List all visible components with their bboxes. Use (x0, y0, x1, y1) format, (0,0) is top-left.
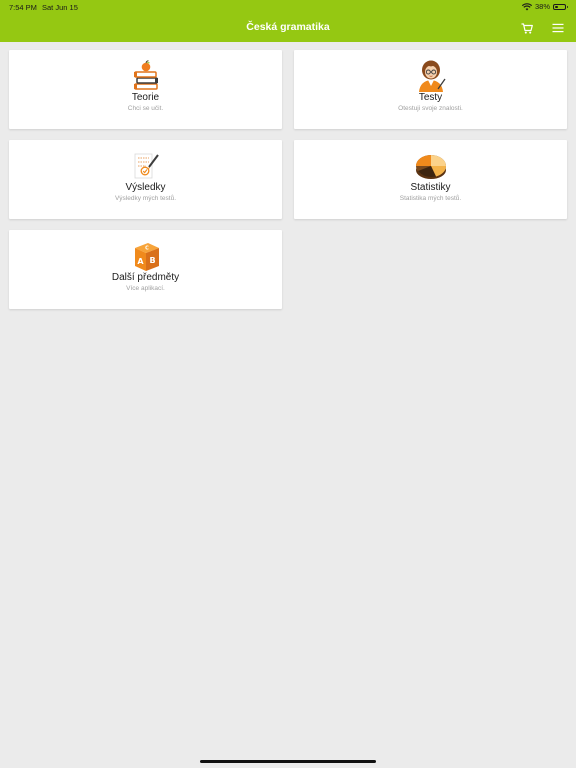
svg-text:B: B (149, 256, 155, 265)
home-indicator[interactable] (200, 760, 376, 763)
card-vysledky[interactable]: Výsledky Výsledky mých testů. (9, 140, 282, 219)
card-statistiky[interactable]: Statistiky Statistika mých testů. (294, 140, 567, 219)
teacher-icon (418, 60, 446, 92)
cart-icon[interactable] (520, 21, 534, 35)
card-title: Testy (418, 92, 443, 103)
status-date: Sat Jun 15 (42, 3, 78, 12)
card-subtitle: Otestuji svoje znalosti. (398, 105, 463, 112)
card-dalsi-predmety[interactable]: C A B Další předměty Více aplikací. (9, 230, 282, 309)
card-testy[interactable]: Testy Otestuji svoje znalosti. (294, 50, 567, 129)
card-title: Teorie (131, 92, 160, 103)
pie-chart-icon (415, 155, 446, 179)
test-sheet-icon (134, 153, 159, 179)
card-subtitle: Výsledky mých testů. (114, 195, 177, 202)
card-subtitle: Chci se učit. (127, 105, 164, 112)
abc-cube-icon: C A B (134, 243, 159, 271)
battery-percent: 38% (534, 2, 550, 11)
status-time: 7:54 PM (9, 3, 37, 12)
card-title: Další předměty (111, 272, 180, 283)
books-apple-icon (133, 60, 158, 90)
app-header: 7:54 PM Sat Jun 15 38% Česká gramatika (0, 0, 576, 42)
card-teorie[interactable]: Teorie Chci se učit. (9, 50, 282, 129)
wifi-icon (521, 2, 532, 10)
battery-fill (555, 5, 559, 8)
status-indicators: 38% (521, 2, 568, 11)
svg-text:A: A (137, 257, 144, 266)
card-title: Statistiky (410, 182, 451, 193)
battery-icon (553, 3, 568, 10)
menu-icon[interactable] (551, 21, 565, 35)
svg-text:C: C (145, 246, 149, 252)
page-title: Česká gramatika (246, 21, 330, 33)
card-title: Výsledky (125, 182, 166, 193)
card-subtitle: Více aplikací. (126, 285, 165, 292)
card-subtitle: Statistika mých testů. (399, 195, 462, 202)
